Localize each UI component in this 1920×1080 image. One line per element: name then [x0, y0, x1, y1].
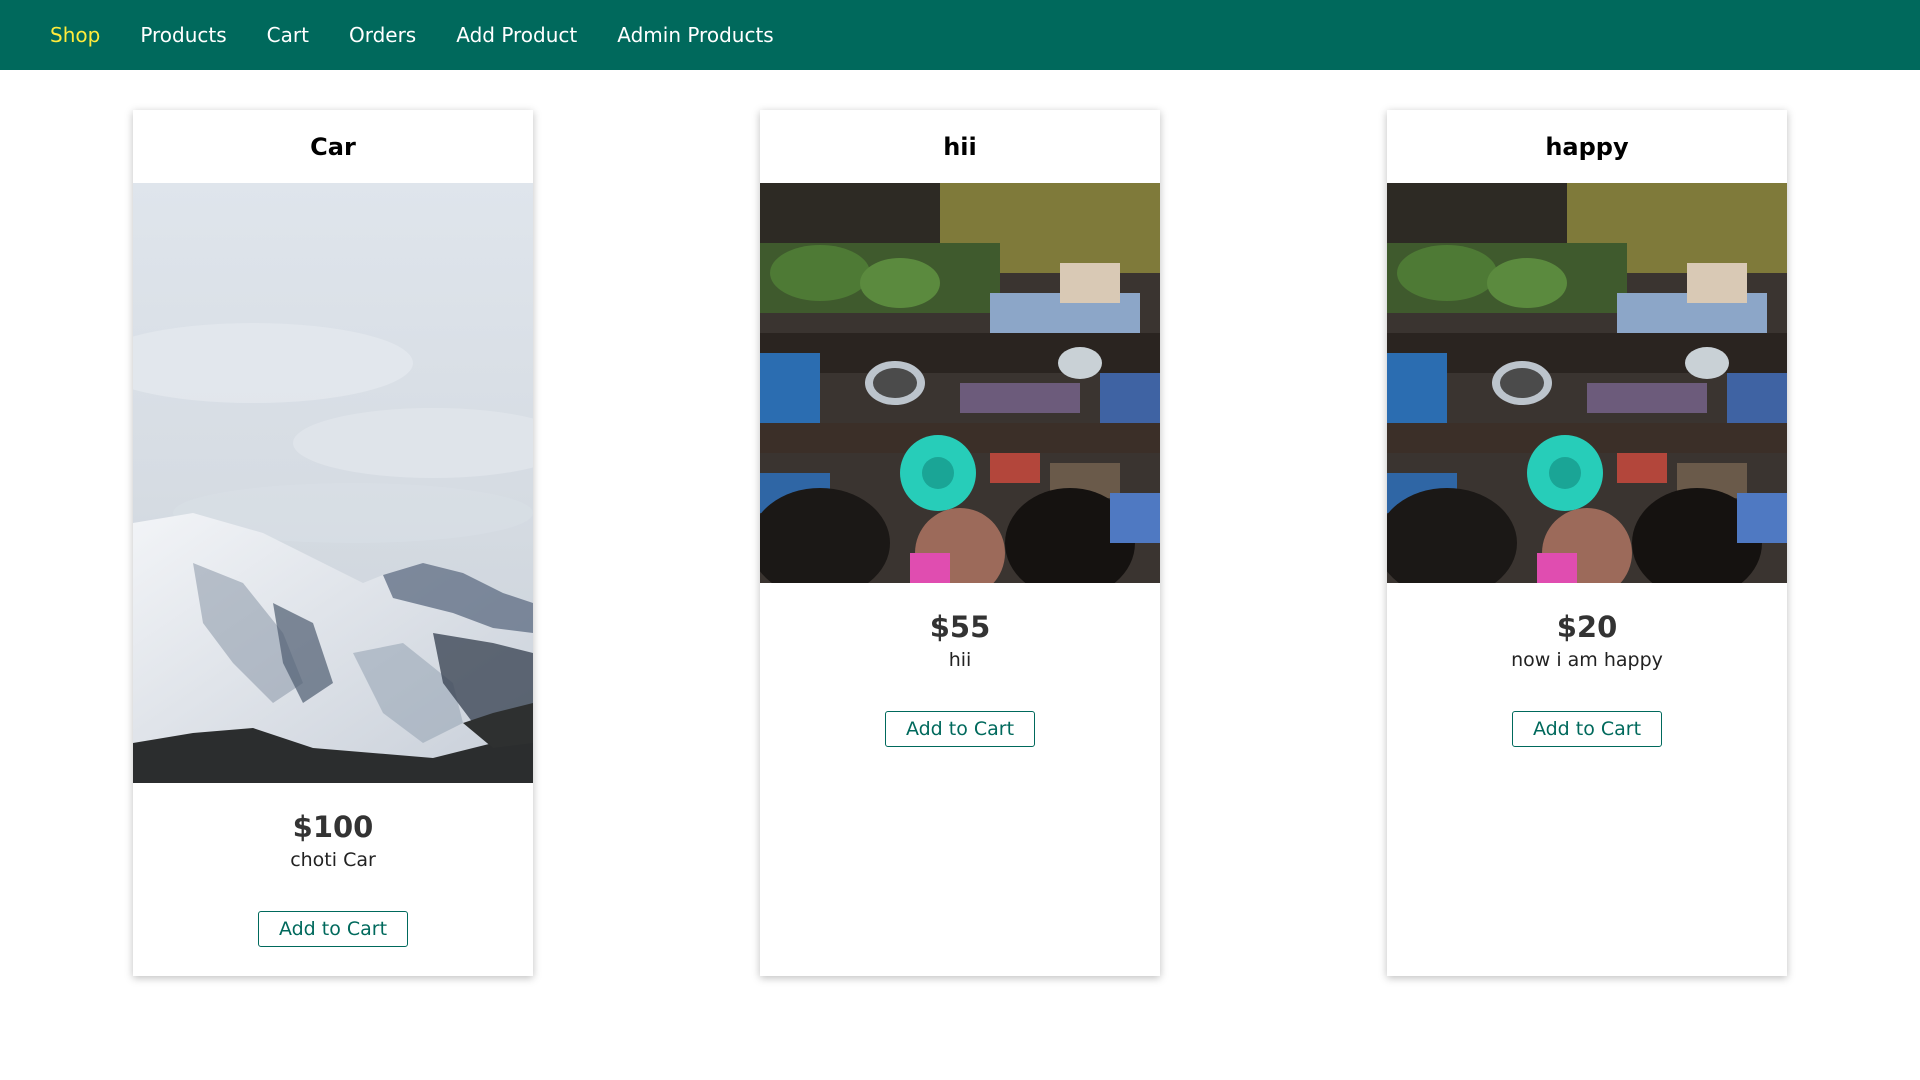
- product-price: $20: [1556, 610, 1618, 644]
- card-actions: Add to Cart: [133, 911, 533, 947]
- floating-market-photo: [1387, 183, 1787, 583]
- nav-link-admin-products[interactable]: Admin Products: [617, 23, 773, 47]
- card-header: happy: [1387, 110, 1787, 183]
- nav-item-products: Products: [140, 23, 266, 47]
- nav-link-shop[interactable]: Shop: [50, 23, 100, 47]
- add-to-cart-button[interactable]: Add to Cart: [1511, 711, 1663, 747]
- product-description: choti Car: [290, 849, 376, 871]
- card-actions: Add to Cart: [760, 711, 1160, 747]
- add-to-cart-button[interactable]: Add to Cart: [257, 911, 409, 947]
- product-price: $100: [292, 810, 374, 844]
- nav-link-add-product[interactable]: Add Product: [456, 23, 577, 47]
- product-grid: Car $100 choti Car Add to Cart hii $55 h…: [0, 70, 1920, 1080]
- nav-link-cart[interactable]: Cart: [267, 23, 309, 47]
- nav-list: Shop Products Cart Orders Add Product Ad…: [50, 23, 814, 47]
- nav-item-add-product: Add Product: [456, 23, 617, 47]
- main-nav: Shop Products Cart Orders Add Product Ad…: [50, 23, 814, 47]
- main-header: Shop Products Cart Orders Add Product Ad…: [0, 0, 1920, 70]
- floating-market-photo: [760, 183, 1160, 583]
- nav-item-orders: Orders: [349, 23, 456, 47]
- snowy-mountain-photo: [133, 183, 533, 783]
- product-card: Car $100 choti Car Add to Cart: [133, 110, 533, 976]
- product-title: happy: [1545, 132, 1629, 161]
- product-card: hii $55 hii Add to Cart: [760, 110, 1160, 976]
- product-image: [760, 183, 1160, 583]
- nav-link-products[interactable]: Products: [140, 23, 226, 47]
- card-content: $20 now i am happy: [1387, 583, 1787, 671]
- card-content: $100 choti Car: [133, 783, 533, 871]
- card-content: $55 hii: [760, 583, 1160, 671]
- product-description: now i am happy: [1511, 649, 1663, 671]
- product-card: happy $20 now i am happy Add to Cart: [1387, 110, 1787, 976]
- nav-item-cart: Cart: [267, 23, 349, 47]
- product-title: hii: [943, 132, 977, 161]
- card-actions: Add to Cart: [1387, 711, 1787, 747]
- card-header: Car: [133, 110, 533, 183]
- product-title: Car: [310, 132, 356, 161]
- nav-item-shop: Shop: [50, 23, 140, 47]
- card-header: hii: [760, 110, 1160, 183]
- product-description: hii: [948, 649, 972, 671]
- add-to-cart-button[interactable]: Add to Cart: [884, 711, 1036, 747]
- product-image: [133, 183, 533, 783]
- product-price: $55: [929, 610, 991, 644]
- product-image: [1387, 183, 1787, 583]
- nav-link-orders[interactable]: Orders: [349, 23, 416, 47]
- nav-item-admin-products: Admin Products: [617, 23, 813, 47]
